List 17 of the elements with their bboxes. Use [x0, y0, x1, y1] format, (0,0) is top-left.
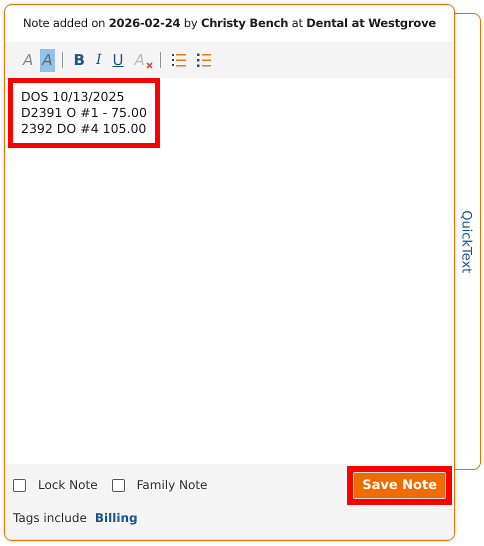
checkbox[interactable]	[112, 478, 125, 492]
checkbox-label: Family Note	[136, 477, 208, 494]
bulleted-list-icon	[196, 52, 211, 68]
bold-button[interactable]: B	[70, 49, 89, 72]
note-text-area[interactable]: DOS 10/13/2025 D2391 O #1 - 75.00 2392 DO #4 105.00	[8, 78, 160, 148]
quicktext-tab[interactable]: QuickText	[456, 210, 476, 274]
numbered-list-icon	[172, 52, 186, 68]
checkbox[interactable]	[13, 478, 26, 492]
clear-x-icon	[146, 62, 153, 68]
checkbox-label: Lock Note	[38, 477, 98, 494]
tags-label: Tags include	[13, 510, 87, 527]
underline-button[interactable]: U	[108, 49, 128, 72]
note-line: D2391 O #1 - 75.00	[21, 105, 147, 122]
note-line: 2392 DO #4 105.00	[21, 121, 147, 138]
billing-tag-link[interactable]: Billing	[94, 509, 138, 527]
italic-button[interactable]: I	[92, 50, 106, 71]
note-line: DOS 10/13/2025	[21, 89, 126, 106]
